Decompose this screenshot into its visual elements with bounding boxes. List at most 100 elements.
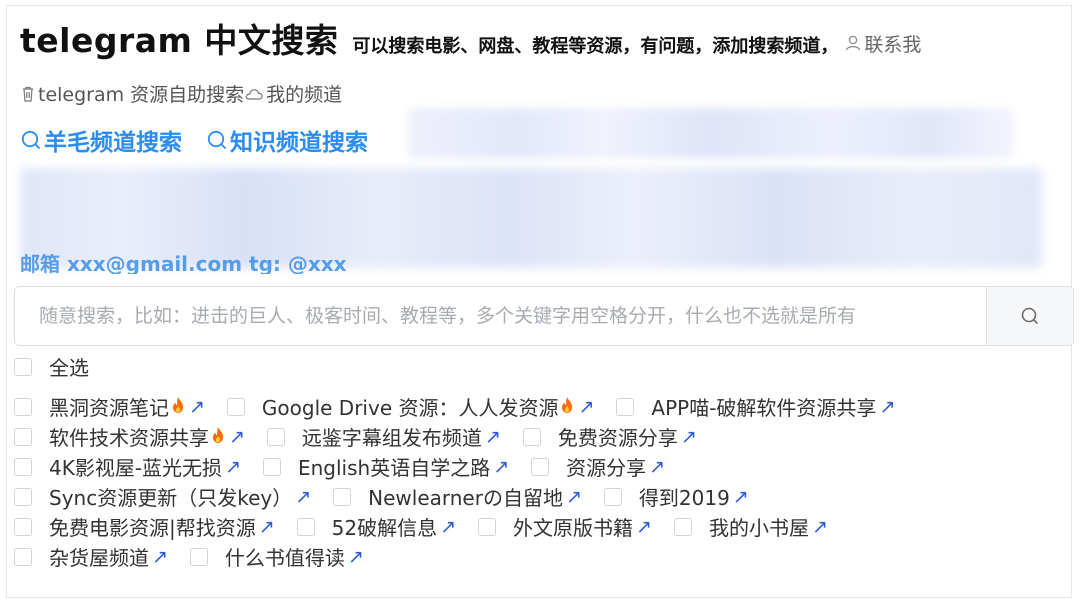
channel-option[interactable]: 免费电影资源|帮找资源 ↗: [14, 512, 275, 541]
channel-label: English英语自学之路: [297, 456, 491, 480]
contact-link[interactable]: 联系我: [844, 30, 921, 57]
channel-checkbox[interactable]: [14, 547, 32, 566]
external-link-icon[interactable]: ↗: [259, 516, 275, 538]
self-search-link[interactable]: telegram 资源自助搜索: [20, 80, 244, 107]
channel-option[interactable]: Sync资源更新（只发key） ↗: [14, 482, 311, 511]
channel-search-links: 羊毛频道搜索 知识频道搜索: [20, 123, 392, 157]
channel-checkbox[interactable]: [14, 427, 32, 446]
channel-label: Newlearnerの自留地: [368, 486, 563, 510]
search-button[interactable]: [986, 287, 1073, 345]
search-icon: [1021, 307, 1039, 325]
blurred-announcement: [20, 168, 1042, 268]
channel-label: 什么书值得读: [224, 546, 345, 570]
channel-label: 杂货屋频道: [49, 546, 149, 570]
channel-label: Google Drive 资源：人人发资源: [261, 396, 559, 420]
external-link-icon[interactable]: ↗: [493, 456, 509, 478]
channel-option[interactable]: 资源分享 ↗: [531, 452, 665, 481]
channel-option[interactable]: 4K影视屋-蓝光无损 ↗: [14, 452, 241, 481]
channel-option[interactable]: 外文原版书籍 ↗: [478, 512, 652, 541]
external-link-icon[interactable]: ↗: [879, 396, 895, 418]
channel-option[interactable]: 52破解信息 ↗: [296, 512, 456, 541]
channel-checkbox[interactable]: [603, 487, 622, 506]
channel-option[interactable]: 免费资源分享 ↗: [522, 422, 697, 451]
external-link-icon[interactable]: ↗: [440, 516, 456, 538]
channel-row: 杂货屋频道 ↗ 什么书值得读 ↗: [14, 542, 386, 571]
page-title: telegram 中文搜索: [20, 21, 339, 60]
channel-option[interactable]: 什么书值得读 ↗: [189, 542, 364, 571]
self-search-label: telegram 资源自助搜索: [38, 84, 245, 106]
channel-option[interactable]: 杂货屋频道 ↗: [14, 542, 168, 571]
search-icon: [21, 130, 41, 150]
channel-option[interactable]: 得到2019 ↗: [603, 482, 749, 511]
channel-option[interactable]: 黑洞资源笔记 ↗: [14, 392, 205, 421]
fire-icon: [559, 395, 575, 419]
channel-option[interactable]: APP喵-破解软件资源共享 ↗: [616, 392, 895, 421]
channel-checkbox[interactable]: [616, 397, 635, 416]
search-input[interactable]: [15, 287, 986, 345]
contact-email-line: 邮箱 xxx@gmail.com tg: @xxx: [20, 254, 480, 274]
external-link-icon[interactable]: ↗: [152, 546, 168, 568]
blurred-banner: [408, 108, 1014, 158]
channel-label: 52破解信息: [331, 516, 438, 540]
wool-channel-search-label: 羊毛频道搜索: [44, 130, 182, 156]
select-all-label: 全选: [49, 356, 89, 380]
channel-label: 黑洞资源笔记: [49, 396, 169, 420]
channel-option[interactable]: 我的小书屋 ↗: [673, 512, 828, 541]
secondary-links: telegram 资源自助搜索 我的频道: [20, 80, 342, 107]
search-bar: [14, 286, 1074, 346]
channel-checkbox[interactable]: [531, 457, 550, 476]
channel-checkbox[interactable]: [226, 397, 245, 416]
external-link-icon[interactable]: ↗: [348, 546, 364, 568]
channel-label: 我的小书屋: [708, 516, 809, 540]
channel-option[interactable]: 远鉴字幕组发布频道 ↗: [266, 422, 501, 451]
channel-checkbox[interactable]: [14, 457, 32, 476]
external-link-icon[interactable]: ↗: [295, 486, 311, 508]
external-link-icon[interactable]: ↗: [812, 516, 828, 538]
channel-checkbox[interactable]: [296, 517, 315, 536]
page-subtitle: 可以搜索电影、网盘、教程等资源，有问题，添加搜索频道，: [352, 36, 839, 57]
external-link-icon[interactable]: ↗: [578, 396, 594, 418]
external-link-icon[interactable]: ↗: [225, 456, 241, 478]
channel-option[interactable]: Newlearnerの自留地 ↗: [333, 482, 582, 511]
channel-checkbox[interactable]: [333, 487, 352, 506]
select-all-checkbox[interactable]: [14, 357, 32, 376]
channel-checkbox[interactable]: [673, 517, 692, 536]
channel-label: 软件技术资源共享: [49, 426, 209, 450]
contact-email-text: 邮箱 xxx@gmail.com tg: @xxx: [20, 254, 347, 274]
channel-checkbox[interactable]: [522, 427, 541, 446]
my-channel-link[interactable]: 我的频道: [244, 80, 342, 107]
my-channel-label: 我的频道: [266, 84, 343, 106]
channel-checkbox[interactable]: [266, 427, 285, 446]
external-link-icon[interactable]: ↗: [636, 516, 652, 538]
external-link-icon[interactable]: ↗: [681, 426, 697, 448]
contact-label: 联系我: [864, 33, 922, 56]
external-link-icon[interactable]: ↗: [189, 396, 205, 418]
channel-label: 4K影视屋-蓝光无损: [49, 456, 223, 480]
channel-row: 黑洞资源笔记 ↗ Google Drive 资源：人人发资源 ↗ APP喵-破解软件资源…: [14, 392, 917, 421]
channel-option[interactable]: English英语自学之路 ↗: [262, 452, 509, 481]
external-link-icon[interactable]: ↗: [733, 486, 749, 508]
channel-checkbox[interactable]: [14, 487, 32, 506]
select-all[interactable]: 全选: [14, 352, 89, 381]
search-icon: [207, 130, 227, 150]
trash-icon: [23, 86, 33, 102]
channel-option[interactable]: 软件技术资源共享 ↗: [14, 422, 245, 451]
channel-checkbox[interactable]: [189, 547, 208, 566]
cloud-icon: [245, 88, 263, 100]
channel-checkbox[interactable]: [14, 517, 32, 536]
wool-channel-search-link[interactable]: 羊毛频道搜索: [20, 123, 182, 157]
channel-label: 免费资源分享: [557, 426, 678, 450]
external-link-icon[interactable]: ↗: [649, 456, 665, 478]
channel-checkbox[interactable]: [478, 517, 497, 536]
knowledge-channel-search-link[interactable]: 知识频道搜索: [206, 123, 368, 157]
fire-icon: [170, 395, 186, 419]
channel-label: APP喵-破解软件资源共享: [651, 396, 877, 420]
fire-icon: [210, 425, 226, 449]
external-link-icon[interactable]: ↗: [566, 486, 582, 508]
channel-label: 资源分享: [566, 456, 647, 480]
channel-option[interactable]: Google Drive 资源：人人发资源 ↗: [226, 392, 594, 421]
channel-checkbox[interactable]: [14, 397, 32, 416]
external-link-icon[interactable]: ↗: [229, 426, 245, 448]
external-link-icon[interactable]: ↗: [485, 426, 501, 448]
channel-checkbox[interactable]: [262, 457, 281, 476]
